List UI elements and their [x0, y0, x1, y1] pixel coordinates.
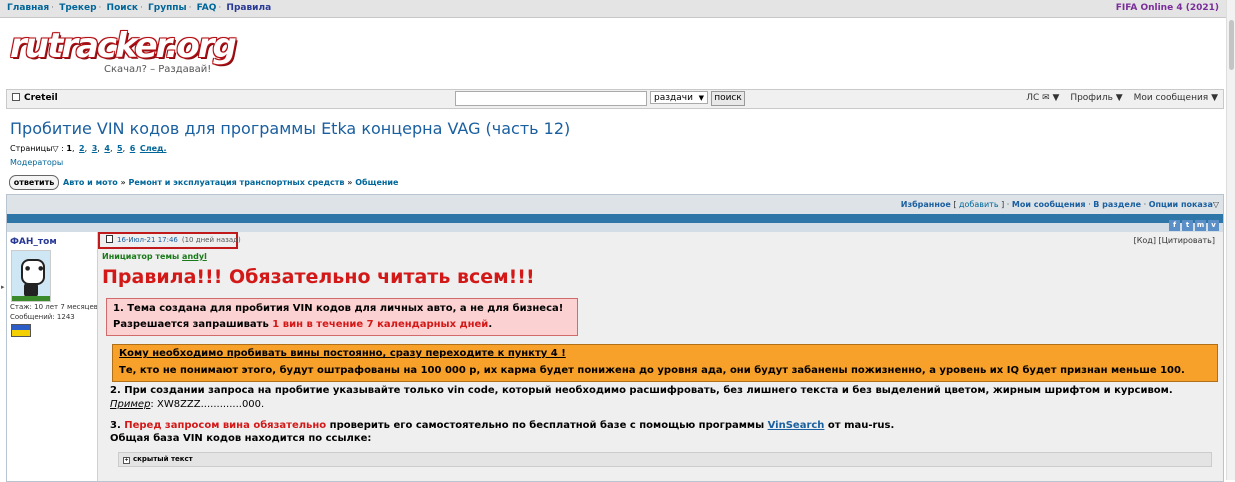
author-message-count: Сообщений: 1243 — [10, 313, 75, 321]
rules-heading: Правила!!! Обязательно читать всем!!! — [102, 266, 535, 288]
moderators-link[interactable]: Модераторы — [10, 158, 63, 167]
author-experience: Стаж: 10 лет 7 месяцев — [10, 303, 98, 311]
my-messages-option[interactable]: Мои сообщения — [1012, 200, 1086, 209]
nav-rules[interactable]: Правила — [226, 3, 271, 13]
favorites-label: Избранное — [900, 200, 951, 209]
rule1-line1: 1. Тема создана для пробития VIN кодов д… — [113, 303, 564, 314]
site-logo[interactable]: rutracker.org Скачал? – Раздавай! — [10, 26, 237, 76]
post-author[interactable]: ФАН_том — [10, 237, 57, 247]
warning-line1: Кому необходимо пробивать вины постоянно… — [119, 348, 566, 359]
document-icon — [106, 235, 113, 243]
header-bar — [7, 214, 1223, 223]
search-scope-select[interactable]: раздачи ▼ — [650, 91, 708, 104]
chevron-down-icon: ▼ — [698, 94, 704, 102]
social-bar — [7, 223, 1223, 232]
page-link[interactable]: 3 — [92, 144, 98, 153]
post-date[interactable]: 16-Июл-21 17:46 (10 дней назад) — [98, 232, 241, 249]
facebook-icon[interactable]: f — [1169, 220, 1180, 231]
page-link[interactable]: 5 — [117, 144, 123, 153]
next-page-link[interactable]: След. — [140, 144, 167, 153]
post-actions: [Код] [Цитировать] — [1134, 236, 1215, 245]
search-input[interactable] — [455, 91, 647, 106]
rule1-line2: Разрешается запрашивать 1 вин в течение … — [113, 319, 493, 330]
rule1-box: 1. Тема создана для пробития VIN кодов д… — [106, 298, 578, 336]
nav-groups[interactable]: Группы — [148, 3, 187, 13]
username[interactable]: Creteil — [12, 93, 58, 103]
quote-link[interactable]: [Цитировать] — [1159, 236, 1215, 245]
post-table: Избранное [ добавить ] · Мои сообщения ·… — [1, 194, 1224, 482]
mail-icon[interactable]: m — [1195, 220, 1206, 231]
my-messages-link[interactable]: Мои сообщения ▼ — [1134, 93, 1218, 103]
rule3-line2: Общая база VIN кодов находится по ссылке… — [110, 433, 372, 444]
topic-title[interactable]: Пробитие VIN кодов для программы Etka ко… — [10, 119, 570, 138]
page-link[interactable]: 2 — [79, 144, 85, 153]
breadcrumb-repair[interactable]: Ремонт и эксплуатация транспортных средс… — [128, 178, 344, 187]
warning-box: Кому необходимо пробивать вины постоянно… — [112, 344, 1218, 382]
rule2: 2. При создании запроса на пробитие указ… — [110, 385, 1173, 396]
reply-button[interactable]: ответить — [9, 175, 59, 190]
pm-link[interactable]: ЛС ✉ ▼ — [1026, 93, 1059, 103]
spoiler-toggle[interactable]: + скрытый текст — [118, 452, 1212, 467]
scrollbar[interactable] — [1226, 0, 1235, 480]
nav-faq[interactable]: FAQ — [197, 3, 217, 13]
user-toolbar: Creteil раздачи ▼ поиск ЛС ✉ ▼ Профиль ▼ … — [6, 89, 1224, 109]
breadcrumb: Авто и мото » Ремонт и эксплуатация тран… — [63, 178, 399, 187]
avatar: ● ● — [11, 250, 51, 302]
code-link[interactable]: [Код] — [1134, 236, 1156, 245]
topic-initiator: Инициатор темы andyl — [102, 252, 207, 261]
add-favorite-link[interactable]: добавить — [959, 200, 999, 209]
nav-home[interactable]: Главная — [7, 3, 49, 13]
warning-line2: Те, кто не понимают этого, будут оштрафо… — [119, 365, 1185, 376]
search-button[interactable]: поиск — [711, 91, 745, 106]
nav-search[interactable]: Поиск — [107, 3, 138, 13]
logo-tagline: Скачал? – Раздавай! — [104, 64, 212, 75]
display-options[interactable]: Опции показа — [1149, 200, 1213, 209]
page-link[interactable]: 4 — [104, 144, 110, 153]
nav-tracker[interactable]: Трекер — [59, 3, 96, 13]
user-menu: ЛС ✉ ▼ Профиль ▼ Мои сообщения ▼ — [1018, 93, 1218, 103]
options-bar: Избранное [ добавить ] · Мои сообщения ·… — [7, 195, 1223, 214]
pagination: Страницы▽ : 1, 2, 3, 4, 5, 6 След. — [10, 144, 167, 153]
rule2-example: Пример: XW8ZZZ.............000. — [110, 399, 265, 410]
logo-wordmark: rutracker.org — [10, 26, 237, 66]
nav-links: Главная · Трекер · Поиск · Группы · FAQ · Пра… — [7, 3, 272, 13]
profile-link[interactable]: Профиль ▼ — [1070, 93, 1122, 103]
breadcrumb-general[interactable]: Общение — [355, 178, 398, 187]
breadcrumb-auto[interactable]: Авто и мото — [63, 178, 118, 187]
vinsearch-link[interactable]: VinSearch — [768, 420, 825, 431]
scrollbar-thumb[interactable] — [1229, 20, 1234, 70]
expand-arrow-icon[interactable]: ▸ — [1, 283, 5, 291]
plus-icon: + — [123, 457, 130, 464]
vk-icon[interactable]: v — [1208, 220, 1219, 231]
rule3: 3. Перед запросом вина обязательно прове… — [110, 420, 895, 431]
initiator-link[interactable]: andyl — [182, 252, 207, 261]
social-icons: ftmv — [1167, 217, 1219, 231]
ukraine-flag-icon — [11, 324, 31, 337]
top-navigation: Главная · Трекер · Поиск · Группы · FAQ · Пра… — [0, 0, 1227, 18]
post-body: 16-Июл-21 17:46 (10 дней назад) [Код] [Ци… — [97, 232, 1223, 481]
featured-release-link[interactable]: FIFA Online 4 (2021) — [1116, 3, 1219, 13]
checkbox-icon — [12, 93, 20, 101]
twitter-icon[interactable]: t — [1182, 220, 1193, 231]
page-link[interactable]: 6 — [130, 144, 136, 153]
in-section-option[interactable]: В разделе — [1093, 200, 1141, 209]
